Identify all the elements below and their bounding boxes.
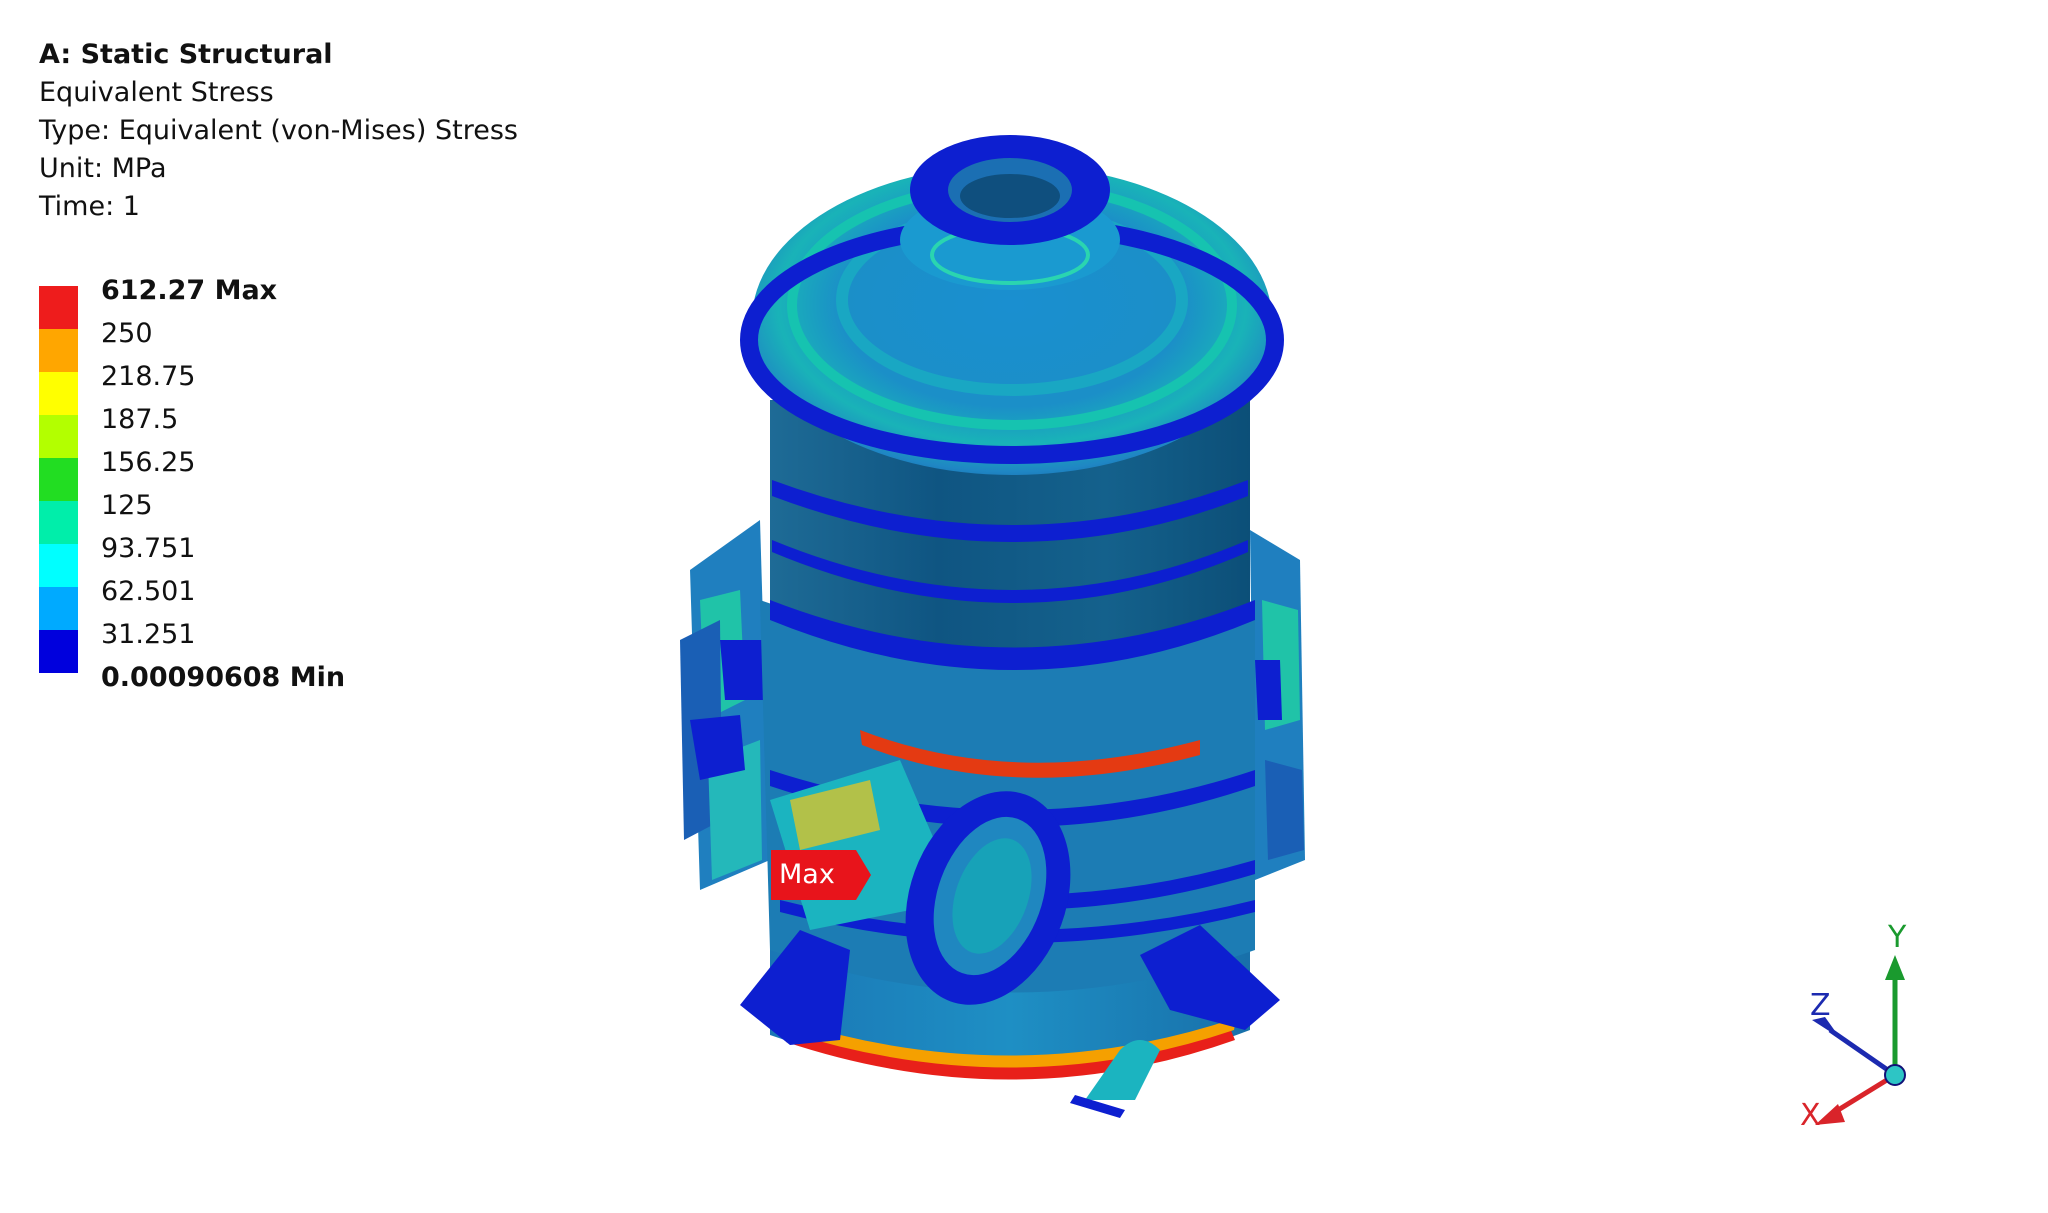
z-axis-label: Z: [1810, 988, 1831, 1023]
coordinate-triad[interactable]: Y Z X: [1760, 920, 1940, 1133]
triad-axes-icon: [1812, 955, 1906, 1125]
y-axis-label: Y: [1888, 920, 1907, 955]
pressure-vessel-model[interactable]: [680, 135, 1305, 1118]
model-viewport[interactable]: [0, 0, 2048, 1213]
probe-label: Max: [779, 859, 835, 890]
left-gusset-plates: [680, 520, 775, 890]
right-gusset-plates: [1250, 530, 1305, 880]
x-axis-label: X: [1800, 1098, 1821, 1133]
top-nozzle-bore-inner: [960, 174, 1060, 218]
max-stress-probe[interactable]: Max: [771, 850, 871, 900]
